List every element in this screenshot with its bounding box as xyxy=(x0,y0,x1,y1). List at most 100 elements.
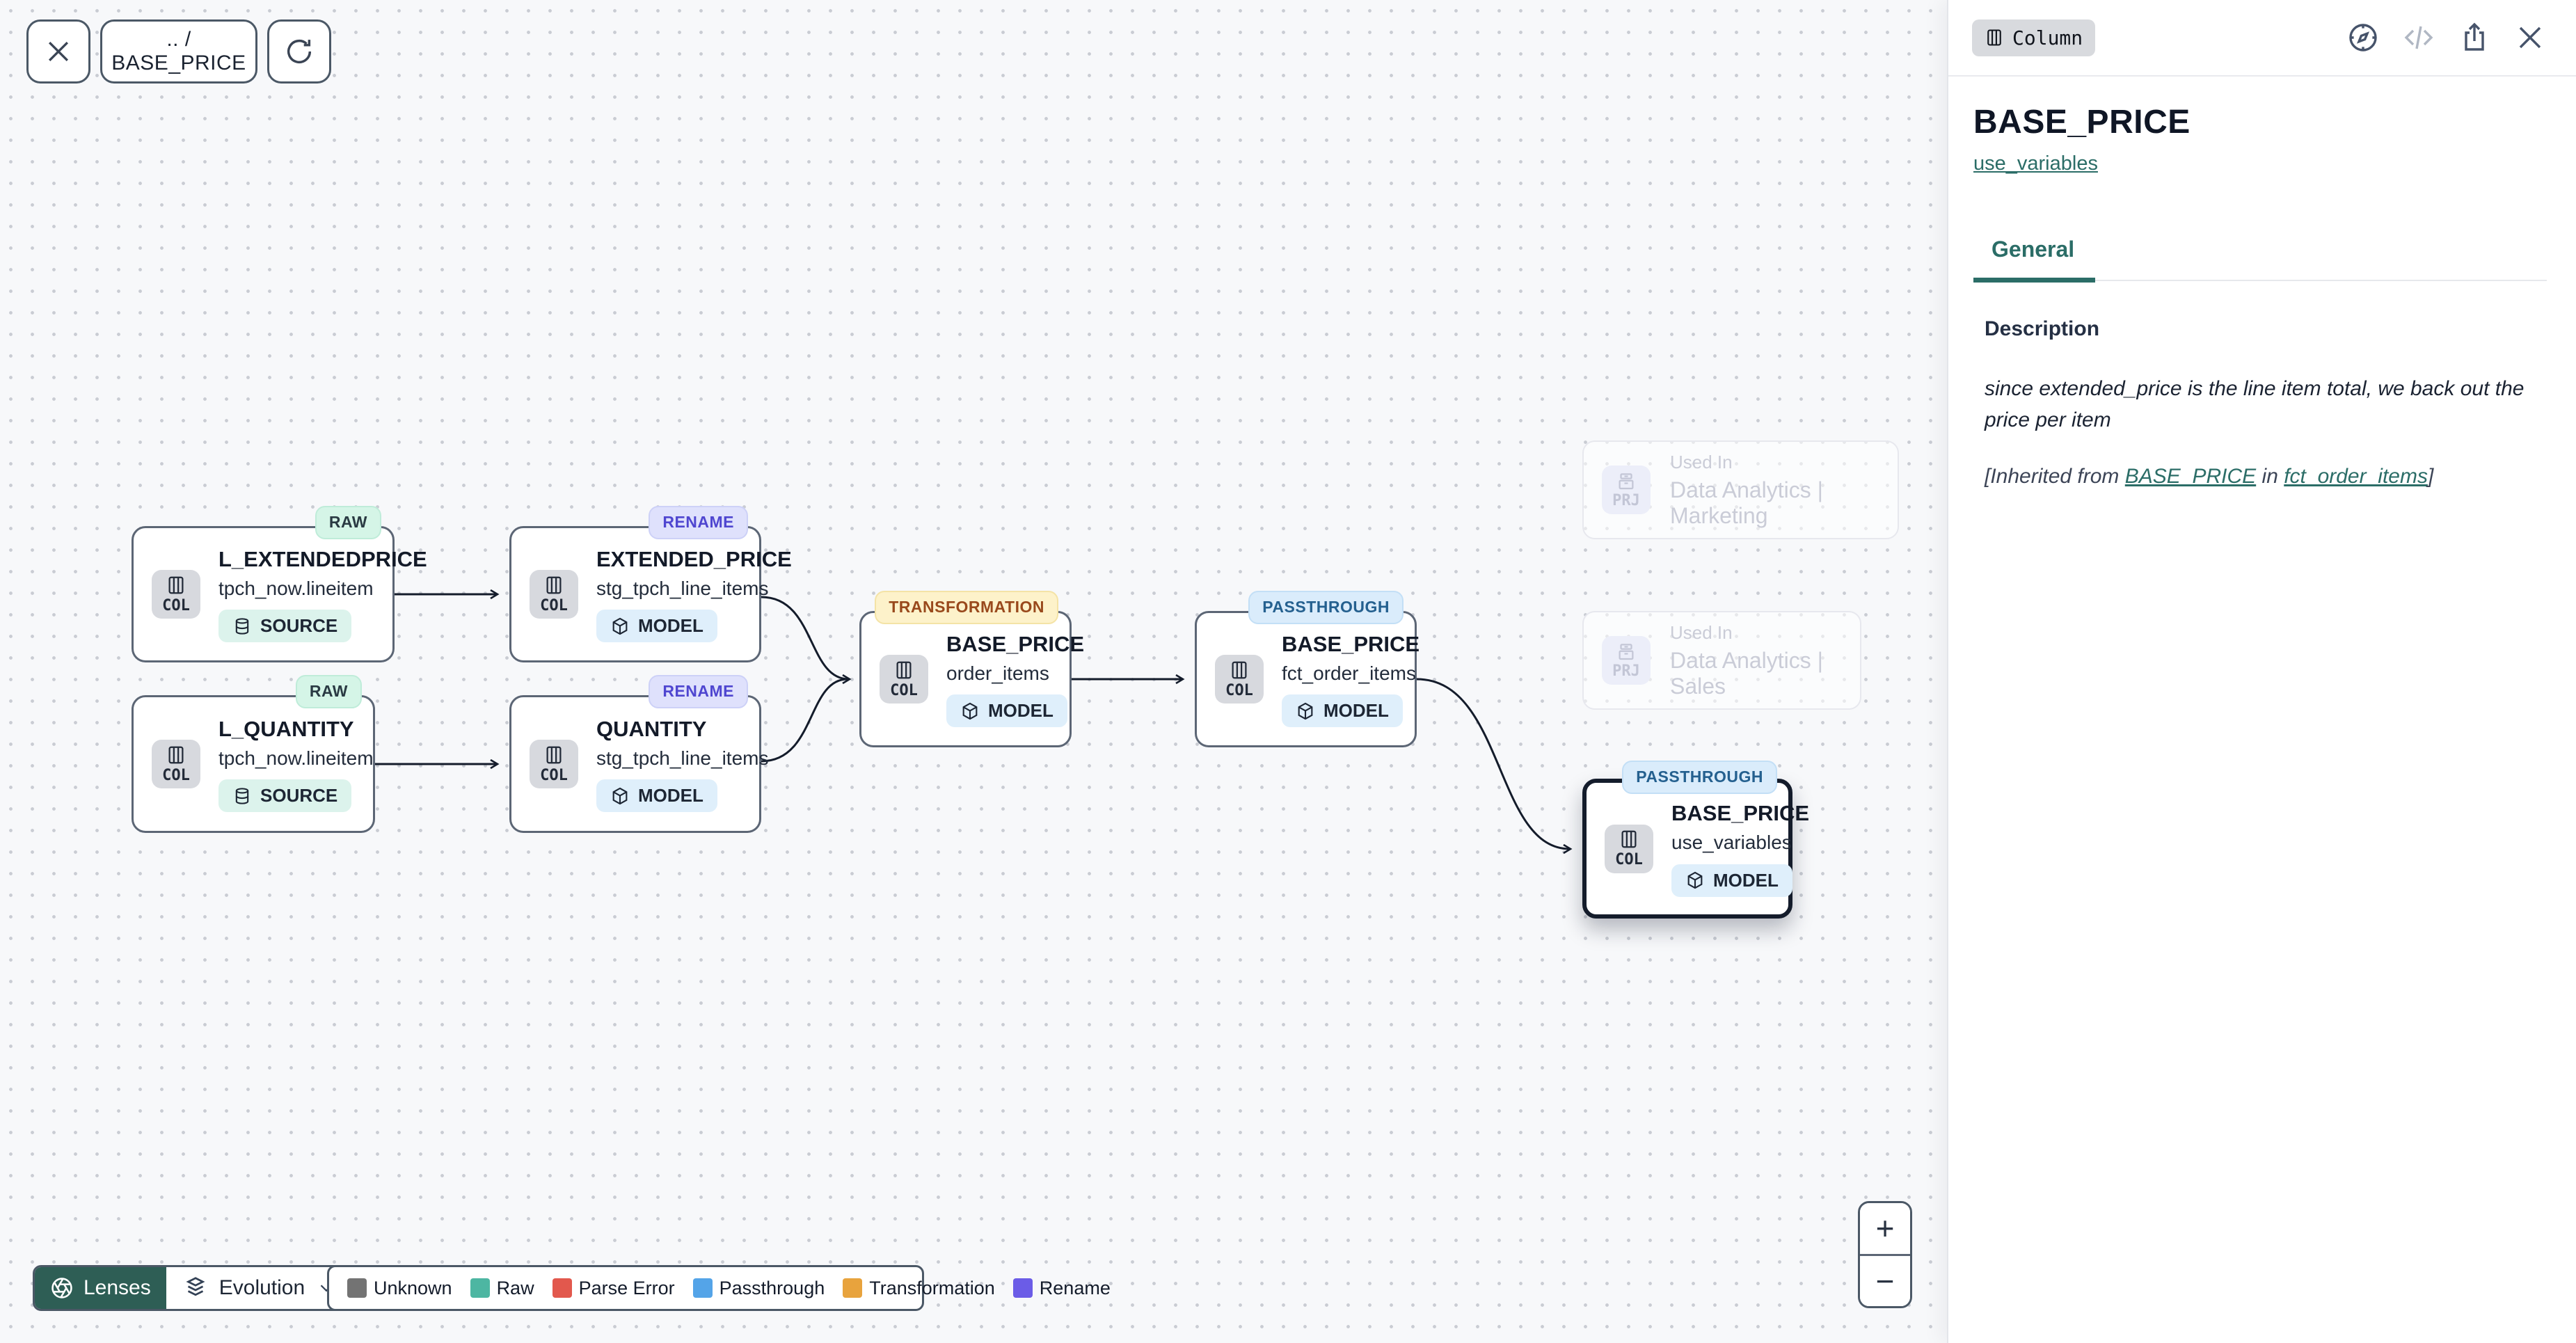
column-type-icon: COL xyxy=(1215,655,1264,704)
column-icon xyxy=(543,575,564,596)
lens-badge: RENAME xyxy=(649,675,748,708)
node-model: stg_tpch_line_items xyxy=(596,746,768,771)
database-icon xyxy=(232,617,252,636)
lens-badge: RAW xyxy=(315,506,381,539)
zoom-in-button[interactable]: + xyxy=(1860,1203,1910,1256)
node-title: BASE_PRICE xyxy=(1671,800,1809,827)
used-in-name: Data Analytics | Marketing xyxy=(1670,477,1879,529)
node-model: stg_tpch_line_items xyxy=(596,576,768,601)
node-l-quantity[interactable]: RAW COL L_QUANTITY tpch_now.lineitem SOU… xyxy=(132,695,375,833)
column-icon xyxy=(166,575,186,596)
lens-badge: RAW xyxy=(296,675,362,708)
source-pill: SOURCE xyxy=(218,779,351,812)
database-icon xyxy=(232,786,252,806)
node-base-price-order-items[interactable]: TRANSFORMATION COL BASE_PRICE order_item… xyxy=(859,611,1072,747)
column-type-icon: COL xyxy=(880,655,928,704)
node-title: L_EXTENDEDPRICE xyxy=(218,546,427,573)
evolution-lens-dropdown[interactable]: Evolution xyxy=(166,1267,353,1309)
cube-icon xyxy=(610,786,630,806)
entity-type-badge: Column xyxy=(1972,19,2095,56)
legend-swatch xyxy=(1013,1278,1033,1298)
project-icon xyxy=(1616,642,1637,662)
used-in-label: Used In xyxy=(1670,452,1733,473)
column-icon xyxy=(1985,28,2004,47)
project-type-icon: PRJ xyxy=(1602,636,1651,685)
model-link[interactable]: use_variables xyxy=(1973,152,2098,175)
node-model: fct_order_items xyxy=(1282,661,1416,686)
used-in-name: Data Analytics | Sales xyxy=(1670,648,1842,699)
description-text: since extended_price is the line item to… xyxy=(1985,373,2547,436)
inherited-column-link[interactable]: BASE_PRICE xyxy=(2125,465,2256,488)
legend-item-unknown: Unknown xyxy=(347,1278,452,1299)
lenses-button[interactable]: Lenses xyxy=(35,1267,166,1309)
breadcrumb[interactable]: .. / BASE_PRICE xyxy=(100,19,257,84)
legend-swatch xyxy=(470,1278,490,1298)
used-in-node-sales: PRJ Used In Data Analytics | Sales xyxy=(1582,611,1861,710)
details-panel-header: Column xyxy=(1948,0,2576,77)
zoom-out-button[interactable]: − xyxy=(1860,1256,1910,1307)
cube-icon xyxy=(1296,701,1315,721)
node-model: use_variables xyxy=(1671,830,1792,855)
column-icon xyxy=(166,745,186,765)
column-icon xyxy=(1619,829,1639,850)
lens-badge: PASSTHROUGH xyxy=(1248,591,1404,624)
close-panel-button[interactable] xyxy=(2513,21,2547,54)
project-icon xyxy=(1616,471,1637,492)
share-icon xyxy=(2458,21,2491,54)
model-pill: MODEL xyxy=(596,610,717,642)
cube-icon xyxy=(610,617,630,636)
panel-tabs: General xyxy=(1973,237,2547,281)
inherited-model-link[interactable]: fct_order_items xyxy=(2284,465,2428,488)
node-quantity[interactable]: RENAME COL QUANTITY stg_tpch_line_items … xyxy=(509,695,761,833)
legend-swatch xyxy=(552,1278,572,1298)
compass-icon xyxy=(2346,21,2380,54)
legend-item-passthrough: Passthrough xyxy=(693,1278,825,1299)
column-icon xyxy=(1229,660,1250,681)
description-label: Description xyxy=(1985,317,2547,341)
tab-general[interactable]: General xyxy=(1973,237,2095,283)
cube-icon xyxy=(1685,871,1705,890)
node-model: order_items xyxy=(946,661,1049,686)
share-button[interactable] xyxy=(2458,21,2491,54)
close-icon xyxy=(2513,21,2547,54)
legend-item-transformation: Transformation xyxy=(843,1278,995,1299)
legend-item-rename: Rename xyxy=(1013,1278,1111,1299)
node-l-extendedprice[interactable]: RAW COL L_EXTENDEDPRICE tpch_now.lineite… xyxy=(132,526,395,662)
node-base-price-fct-order-items[interactable]: PASSTHROUGH COL BASE_PRICE fct_order_ite… xyxy=(1195,611,1417,747)
node-model: tpch_now.lineitem xyxy=(218,576,374,601)
node-extended-price[interactable]: RENAME COL EXTENDED_PRICE stg_tpch_line_… xyxy=(509,526,761,662)
column-icon xyxy=(893,660,914,681)
lens-badge: RENAME xyxy=(649,506,748,539)
node-title: BASE_PRICE xyxy=(946,631,1084,658)
used-in-label: Used In xyxy=(1670,622,1733,644)
details-panel: Column BASE_PRICE use_variables General … xyxy=(1947,0,2576,1343)
model-pill: MODEL xyxy=(1671,864,1792,897)
refresh-icon xyxy=(283,35,315,67)
source-pill: SOURCE xyxy=(218,610,351,642)
close-icon xyxy=(43,36,74,67)
navigate-button[interactable] xyxy=(2346,21,2380,54)
legend-swatch xyxy=(347,1278,367,1298)
node-title: EXTENDED_PRICE xyxy=(596,546,792,573)
view-code-button[interactable] xyxy=(2402,21,2435,54)
breadcrumb-label: .. / BASE_PRICE xyxy=(102,28,255,75)
cube-icon xyxy=(960,701,980,721)
legend-swatch xyxy=(693,1278,713,1298)
close-lineage-button[interactable] xyxy=(26,19,90,84)
lens-badge: TRANSFORMATION xyxy=(875,591,1058,624)
legend-swatch xyxy=(843,1278,862,1298)
refresh-button[interactable] xyxy=(267,19,331,84)
node-base-price-use-variables[interactable]: PASSTHROUGH COL BASE_PRICE use_variables… xyxy=(1582,779,1792,919)
layers-icon xyxy=(183,1276,208,1301)
lens-control-group: Lenses Evolution xyxy=(33,1265,356,1311)
project-type-icon: PRJ xyxy=(1602,466,1651,514)
node-model: tpch_now.lineitem xyxy=(218,746,374,771)
column-type-icon: COL xyxy=(530,740,578,788)
zoom-control: + − xyxy=(1858,1201,1912,1308)
inherited-note: [Inherited from BASE_PRICE in fct_order_… xyxy=(1985,465,2547,488)
lens-legend: Unknown Raw Parse Error Passthrough Tran… xyxy=(327,1265,924,1311)
panel-title: BASE_PRICE xyxy=(1973,103,2547,141)
aperture-icon xyxy=(50,1276,74,1300)
node-title: QUANTITY xyxy=(596,716,706,743)
model-pill: MODEL xyxy=(946,694,1067,727)
